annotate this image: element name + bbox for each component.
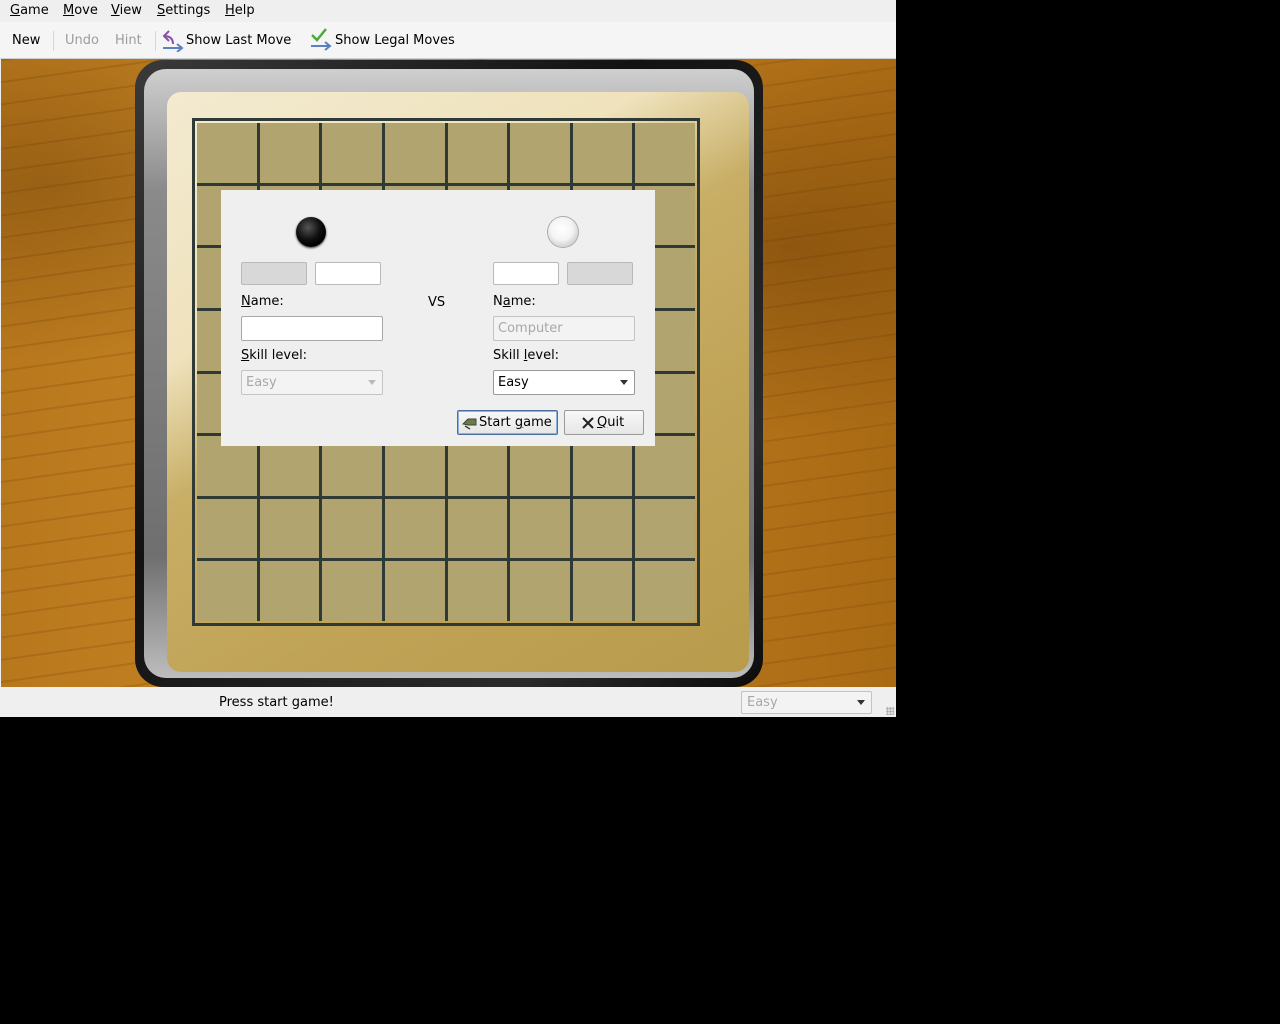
show-last-move-icon <box>162 30 184 52</box>
chevron-down-icon <box>620 380 628 385</box>
player2-name-input[interactable]: Computer <box>493 316 635 341</box>
status-message: Press start game! <box>219 695 334 710</box>
difficulty-value: Easy <box>747 695 778 710</box>
board-cell[interactable] <box>635 561 695 621</box>
board-cell[interactable] <box>259 561 320 621</box>
quit-button[interactable]: Quit <box>564 410 644 435</box>
player2-score-box <box>567 262 633 285</box>
player1-score-box <box>315 262 381 285</box>
chevron-down-icon <box>368 380 376 385</box>
chevron-down-icon <box>857 700 865 705</box>
board-cell[interactable] <box>510 561 570 621</box>
show-last-move-button[interactable]: Show Last Move <box>186 33 291 48</box>
menu-settings[interactable]: Settings <box>157 3 210 18</box>
player2-score-box <box>493 262 559 285</box>
resize-grip[interactable] <box>886 707 894 715</box>
board-cell[interactable] <box>322 561 382 621</box>
status-bar: Press start game! Easy <box>0 687 896 717</box>
board-cell[interactable] <box>635 498 695 559</box>
hint-button[interactable]: Hint <box>115 33 142 48</box>
toolbar: New Undo Hint Show Last Move Show Legal … <box>0 22 896 59</box>
start-game-label: Start game <box>479 415 552 430</box>
start-game-icon <box>462 418 477 430</box>
board-cell[interactable] <box>510 123 570 183</box>
undo-button[interactable]: Undo <box>65 33 99 48</box>
start-game-button[interactable]: Start game <box>457 410 558 435</box>
player1-score-box <box>241 262 307 285</box>
player2-skill-label: Skill level: <box>493 348 560 363</box>
show-legal-moves-button[interactable]: Show Legal Moves <box>335 33 455 48</box>
menu-game[interactable]: Game <box>10 3 49 18</box>
player2-name-label: Name: <box>493 294 536 309</box>
player1-skill-select[interactable]: Easy <box>241 370 383 395</box>
board-cell[interactable] <box>322 498 382 559</box>
board-cell[interactable] <box>384 561 445 621</box>
toolbar-separator <box>155 31 156 51</box>
board-cell[interactable] <box>259 498 320 559</box>
app-window: Game Move View Settings Help New Undo Hi… <box>0 0 896 717</box>
board-cell[interactable] <box>572 123 633 183</box>
board-cell[interactable] <box>572 498 633 559</box>
black-stone-icon <box>296 217 326 247</box>
vs-label: VS <box>428 295 446 310</box>
board-cell[interactable] <box>384 123 445 183</box>
white-stone-icon <box>548 217 578 247</box>
board-cell[interactable] <box>510 498 570 559</box>
menu-view[interactable]: View <box>111 3 142 18</box>
board-cell[interactable] <box>572 561 633 621</box>
player1-skill-label: Skill level: <box>241 348 308 363</box>
player1-name-label: Name: <box>241 294 284 309</box>
player2-skill-value: Easy <box>498 375 529 390</box>
new-button[interactable]: New <box>12 33 40 48</box>
toolbar-separator <box>53 31 54 51</box>
board-cell[interactable] <box>197 498 257 559</box>
board-cell[interactable] <box>197 561 257 621</box>
show-legal-moves-icon <box>311 28 332 51</box>
board-cell[interactable] <box>447 498 508 559</box>
board-cell[interactable] <box>259 123 320 183</box>
board-cell[interactable] <box>384 498 445 559</box>
board-cell[interactable] <box>447 123 508 183</box>
new-game-dialog: Name: VS Name: Computer Skill level: Ski… <box>221 190 655 446</box>
menu-bar: Game Move View Settings Help <box>0 0 896 22</box>
board-cell[interactable] <box>197 123 257 183</box>
board-cell[interactable] <box>322 123 382 183</box>
close-icon <box>582 417 594 429</box>
board-cell[interactable] <box>447 561 508 621</box>
menu-help[interactable]: Help <box>225 3 255 18</box>
player2-skill-select[interactable]: Easy <box>493 370 635 395</box>
board-cell[interactable] <box>635 123 695 183</box>
difficulty-select[interactable]: Easy <box>741 691 872 714</box>
player1-name-input[interactable] <box>241 316 383 341</box>
quit-label: Quit <box>597 415 625 430</box>
player1-skill-value: Easy <box>246 375 277 390</box>
menu-move[interactable]: Move <box>63 3 98 18</box>
